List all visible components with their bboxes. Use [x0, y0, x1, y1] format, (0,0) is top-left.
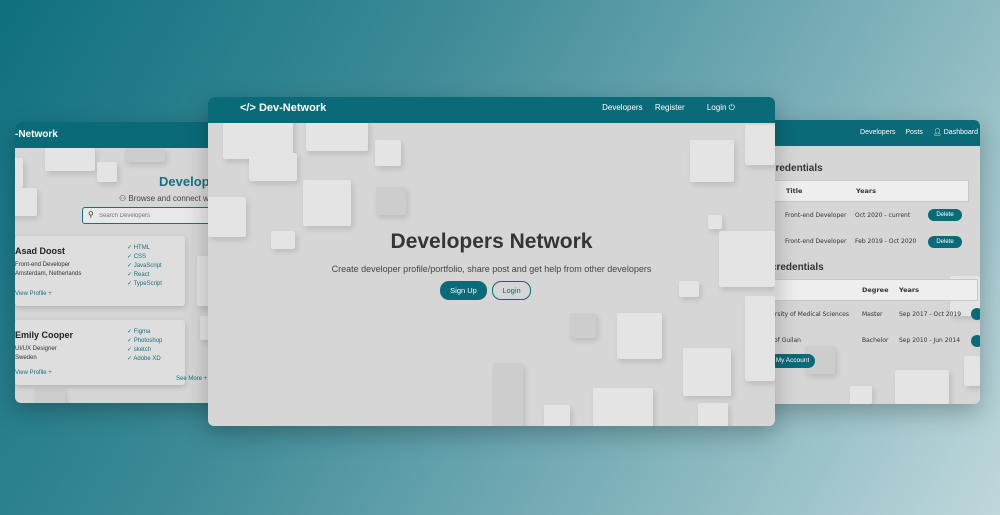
background-pattern: [208, 123, 775, 426]
hero-title: Developers Network: [390, 230, 593, 253]
landing-window: </> Dev-Network Developers Register Logi…: [208, 97, 775, 426]
skill-item: ✓ Figma: [127, 329, 151, 335]
nav-developers[interactable]: Developers: [602, 103, 642, 112]
skills-list: ✓ Figma ✓ Photoshop ✓ sketch ✓ Adobe XD: [127, 328, 162, 364]
nav-register[interactable]: Register: [655, 103, 685, 112]
column-header: Years: [899, 286, 919, 294]
skills-list: ✓ HTML ✓ CSS ✓ JavaScript ✓ React ✓ Type…: [127, 244, 162, 289]
view-profile-link[interactable]: View Profile +: [15, 370, 52, 376]
profile-role: Front-end Developer: [15, 262, 71, 268]
profile-location: Amsterdam, Netherlands: [15, 271, 82, 277]
skill-item: ✓ sketch: [127, 347, 152, 353]
search-icon: ⚲: [88, 210, 94, 219]
profile-card: Emily Cooper UI/UX Designer Sweden View …: [15, 320, 185, 385]
navbar: </> Dev-Network Developers Register Logi…: [208, 97, 775, 123]
search-box[interactable]: ⚲: [82, 207, 225, 224]
profile-role: UI/UX Designer: [15, 346, 57, 352]
experience-title: Front-end Developer: [785, 212, 847, 219]
people-icon: ⚇: [119, 194, 127, 203]
brand-logo[interactable]: -Network: [15, 129, 58, 140]
nav-login[interactable]: Login ⏻: [697, 103, 735, 112]
education-table-header: Degree Years: [772, 279, 978, 301]
delete-button[interactable]: Delete: [928, 209, 962, 221]
see-more-link[interactable]: See More +: [176, 376, 207, 382]
nav-posts[interactable]: Posts: [905, 129, 923, 136]
login-icon: ⏻: [728, 103, 735, 112]
login-button[interactable]: Login: [492, 281, 531, 300]
user-icon: 👤︎: [932, 129, 942, 136]
profile-card: Asad Doost Front-end Developer Amsterdam…: [15, 236, 185, 306]
column-header: Title: [786, 187, 803, 195]
experience-years: Feb 2019 - Oct 2020: [855, 238, 917, 245]
experience-title: Front-end Developer: [785, 238, 847, 245]
education-school: iversity of Medical Sciences: [766, 311, 849, 318]
skill-item: ✓ Adobe XD: [127, 356, 161, 362]
brand-logo[interactable]: </> Dev-Network: [240, 102, 326, 114]
skill-item: ✓ JavaScript: [127, 263, 162, 269]
code-icon: </>: [240, 102, 256, 114]
profile-name: Asad Doost: [15, 246, 66, 256]
profile-location: Sweden: [15, 355, 37, 361]
experience-years: Oct 2020 - current: [855, 212, 911, 219]
education-years: Sep 2010 - Jun 2014: [899, 337, 961, 344]
experience-table-header: Title Years: [772, 180, 969, 202]
hero-subtitle: Create developer profile/portfolio, shar…: [331, 264, 652, 274]
education-degree: Master: [862, 311, 883, 318]
view-profile-link[interactable]: View Profile +: [15, 291, 52, 297]
my-account-button[interactable]: My Account: [770, 354, 815, 368]
developers-window: -Network Develope ⚇ Browse and connect w…: [15, 122, 225, 403]
navbar: -Network: [15, 122, 225, 148]
skill-item: ✓ TypeScript: [127, 281, 162, 287]
subtitle-text: Browse and connect w: [128, 194, 209, 203]
skill-item: ✓ Photoshop: [127, 338, 163, 344]
search-input[interactable]: [99, 210, 219, 221]
navbar: Developers Posts 👤︎ Dashboard: [760, 120, 980, 146]
education-years: Sep 2017 - Oct 2019: [899, 311, 962, 318]
education-degree: Bachelor: [862, 337, 889, 344]
column-header: Years: [856, 187, 876, 195]
nav-dashboard[interactable]: 👤︎ Dashboard: [933, 129, 978, 136]
skill-item: ✓ React: [127, 272, 150, 278]
sign-up-button[interactable]: Sign Up: [440, 281, 487, 300]
profile-name: Emily Cooper: [15, 330, 74, 340]
skill-item: ✓ CSS: [127, 254, 147, 260]
dashboard-window: Developers Posts 👤︎ Dashboard ce credenti…: [760, 120, 980, 404]
delete-button[interactable]: [971, 335, 980, 347]
skill-item: ✓ HTML: [127, 245, 151, 251]
education-school: of Guilan: [774, 337, 801, 344]
page-subtitle: ⚇ Browse and connect w: [119, 194, 209, 203]
delete-button[interactable]: [971, 308, 980, 320]
delete-button[interactable]: Delete: [928, 236, 962, 248]
column-header: Degree: [862, 286, 889, 294]
nav-developers[interactable]: Developers: [860, 129, 895, 136]
